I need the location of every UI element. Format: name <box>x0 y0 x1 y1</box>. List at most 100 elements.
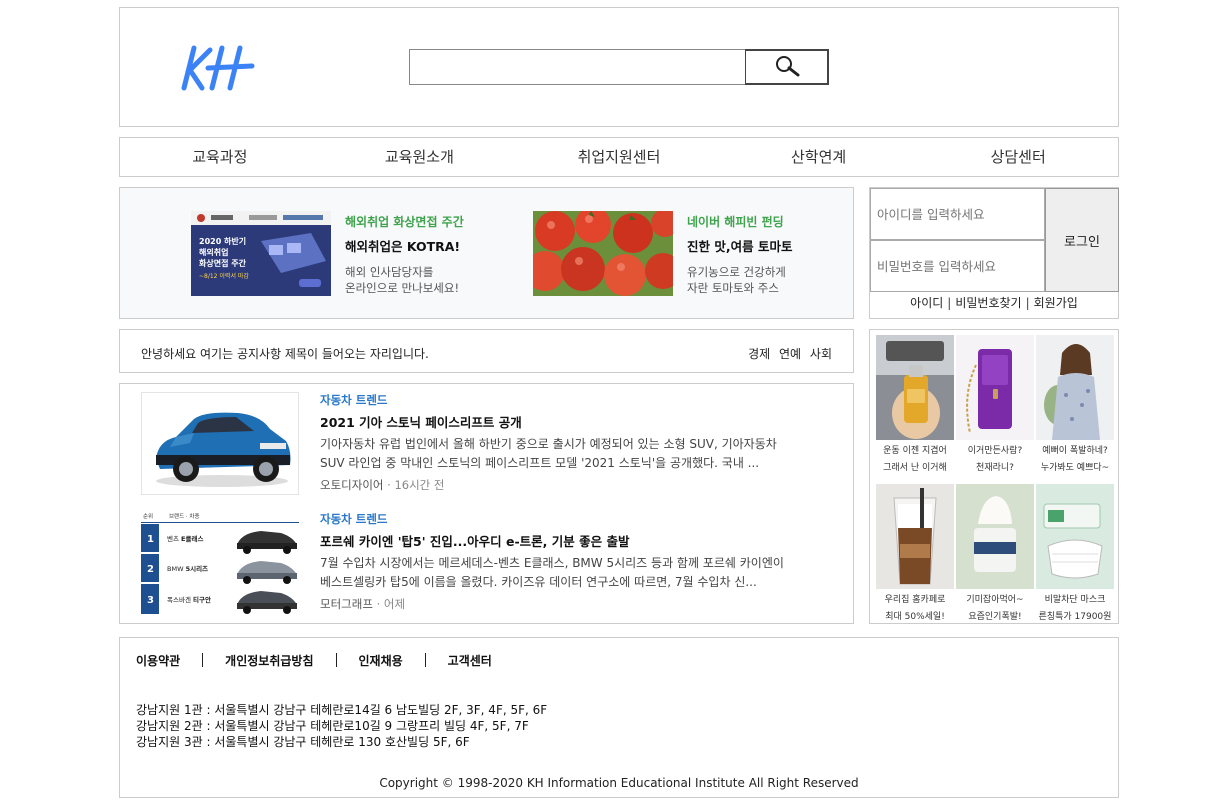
news-item[interactable]: 순위 브랜드 · 차종 1 2 3 벤츠 E클래스 BMW 5시리즈 폭스바겐 … <box>141 511 841 616</box>
banner-area: 2020 하반기 해외취업 화상면접 주간 ~8/12 이력서 마감 해외취업 … <box>119 187 854 319</box>
purple-wallet-image <box>956 335 1034 440</box>
user-id-field[interactable] <box>870 188 1045 240</box>
ad-item[interactable]: 이거만든사람? 천재라니? <box>956 335 1034 474</box>
terms-link[interactable]: 이용약관 <box>136 654 180 668</box>
category-entertainment[interactable]: 연예 <box>779 347 801 361</box>
rank-2: 2 <box>147 564 154 575</box>
find-id-link[interactable]: 아이디 <box>910 296 943 310</box>
nav-item-courses[interactable]: 교육과정 <box>120 138 320 176</box>
main-nav: 교육과정 교육원소개 취업지원센터 산학연계 상담센터 <box>119 137 1119 177</box>
search-button[interactable] <box>745 49 829 85</box>
ad-item[interactable]: 우리집 홈카페로 최대 50%세일! <box>876 484 954 623</box>
ad-caption-1: 이거만든사람? <box>967 446 1023 456</box>
kotra-banner-image: 2020 하반기 해외취업 화상면접 주간 ~8/12 이력서 마감 <box>191 211 331 296</box>
ad-caption-1: 운동 이젠 지겹어 <box>883 446 947 456</box>
kotra-image-text-3: 화상면접 주간 <box>199 258 247 268</box>
login-links: 아이디 | 비밀번호찾기 | 회원가입 <box>870 294 1118 311</box>
nav-item-counseling[interactable]: 상담센터 <box>918 138 1118 176</box>
ad-item[interactable]: 비말차단 마스크 른칭특가 17900원 <box>1036 484 1114 623</box>
ad-item[interactable]: 예뻐이 폭발하네? 누가봐도 예쁘다~ <box>1036 335 1114 474</box>
nav-item-career-center[interactable]: 취업지원센터 <box>519 138 719 176</box>
link-divider: | <box>947 296 952 310</box>
ad-caption-1: 비말차단 마스크 <box>1044 595 1106 605</box>
iced-coffee-image <box>876 484 954 589</box>
footer-divider <box>424 653 426 667</box>
kotra-image-text-1: 2020 하반기 <box>199 236 246 246</box>
search-icon <box>773 55 801 80</box>
news-item[interactable]: 자동차 트렌드 2021 기아 스토닉 페이스리프트 공개 기아자동차 유럽 법… <box>141 392 841 497</box>
svg-text:BMW 5시리즈: BMW 5시리즈 <box>167 564 208 573</box>
car-ranking-thumbnail: 순위 브랜드 · 차종 1 2 3 벤츠 E클래스 BMW 5시리즈 폭스바겐 … <box>141 511 299 614</box>
kh-logo[interactable] <box>178 44 258 94</box>
news-summary: 7월 수입차 시장에서는 메르세데스-벤츠 E클래스, BMW 5시리즈 등과 … <box>320 556 784 589</box>
brand-header: 브랜드 · 차종 <box>169 512 200 520</box>
category-economy[interactable]: 경제 <box>748 347 770 361</box>
ad-item[interactable]: 운동 이젠 지겹어 그래서 난 이거해 <box>876 335 954 474</box>
news-category[interactable]: 자동차 트렌드 <box>320 511 798 527</box>
kia-stonic-thumbnail <box>141 392 299 495</box>
rank-1: 1 <box>147 534 154 545</box>
ad-item[interactable]: 기미잡아먹어~ 요즘인기폭발! <box>956 484 1034 623</box>
banner-kotra[interactable]: 2020 하반기 해외취업 화상면접 주간 ~8/12 이력서 마감 해외취업 … <box>191 211 531 297</box>
ad-caption-2: 천재라니? <box>976 463 1014 473</box>
rank-2-brand: BMW <box>167 565 184 573</box>
site-footer: 이용약관 개인정보취급방침 인재채용 고객센터 강남지원 1관 : 서울특별시 강남구… <box>119 637 1119 798</box>
banner-tag: 해외취업 화상면접 주간 <box>345 215 464 229</box>
careers-link[interactable]: 인재채용 <box>359 654 403 668</box>
news-category[interactable]: 자동차 트렌드 <box>320 392 798 408</box>
address-block: 강남지원 1관 : 서울특별시 강남구 테헤란로14길 6 남도빌딩 2F, 3… <box>136 702 547 750</box>
rank-3: 3 <box>147 595 154 606</box>
face-mask-image <box>1036 484 1114 589</box>
rank-1-brand: 벤츠 <box>167 534 179 543</box>
news-meta: 모터그래프 · 어제 <box>320 596 798 612</box>
cream-jar-image <box>956 484 1034 589</box>
svg-text:폭스바겐 티구안: 폭스바겐 티구안 <box>167 595 211 604</box>
news-title[interactable]: 2021 기아 스토닉 페이스리프트 공개 <box>320 412 798 431</box>
footer-divider <box>202 653 204 667</box>
banner-desc-1: 유기농으로 건강하게 <box>687 265 786 279</box>
kotra-image-text-2: 해외취업 <box>199 247 228 257</box>
banner-title: 진한 맛,여름 토마토 <box>687 239 793 254</box>
address-line: 강남지원 1관 : 서울특별시 강남구 테헤란로14길 6 남도빌딩 2F, 3… <box>136 703 548 717</box>
perfume-bottle-image <box>876 335 954 440</box>
privacy-link[interactable]: 개인정보취급방침 <box>225 654 313 668</box>
footer-divider <box>335 653 337 667</box>
copyright: Copyright © 1998-2020 KH Information Edu… <box>379 776 859 790</box>
news-title[interactable]: 포르쉐 카이엔 '탑5' 진입...아우디 e-트론, 기분 좋은 출발 <box>320 531 798 550</box>
search-input[interactable] <box>409 49 746 85</box>
tomato-banner-image <box>533 211 673 296</box>
rank-2-model: 5시리즈 <box>186 564 208 573</box>
rank-3-brand: 폭스바겐 <box>167 595 191 604</box>
news-age: 어제 <box>383 597 406 611</box>
ad-caption-2: 른칭특가 17900원 <box>1038 612 1112 622</box>
login-button[interactable]: 로그인 <box>1045 188 1119 292</box>
password-field[interactable] <box>870 240 1045 292</box>
customer-center-link[interactable]: 고객센터 <box>448 654 492 668</box>
kotra-image-text-4: ~8/12 이력서 마감 <box>199 272 249 280</box>
notice-categories: 경제 연예 사회 <box>743 345 832 362</box>
notice-title[interactable]: 안녕하세요 여기는 공지사항 제목이 들어오는 자리입니다. <box>141 345 429 362</box>
ad-caption-1: 기미잡아먹어~ <box>966 595 1024 605</box>
news-source[interactable]: 오토디자이어 <box>320 478 383 492</box>
news-source[interactable]: 모터그래프 <box>320 597 373 611</box>
category-society[interactable]: 사회 <box>810 347 832 361</box>
news-meta: 오토디자이어 · 16시간 전 <box>320 477 798 493</box>
ad-caption-2: 그래서 난 이거해 <box>883 463 947 473</box>
woman-floral-dress-image <box>1036 335 1114 440</box>
nav-item-industry[interactable]: 산학연계 <box>719 138 919 176</box>
banner-tomato[interactable]: 네이버 해피빈 펀딩 진한 맛,여름 토마토 유기농으로 건강하게 자란 토마토… <box>533 211 853 297</box>
notice-bar: 안녕하세요 여기는 공지사항 제목이 들어오는 자리입니다. 경제 연예 사회 <box>119 329 854 373</box>
banner-tag: 네이버 해피빈 펀딩 <box>687 215 784 229</box>
signup-link[interactable]: 회원가입 <box>1034 296 1078 310</box>
rank-header: 순위 <box>143 512 153 520</box>
nav-item-about[interactable]: 교육원소개 <box>320 138 520 176</box>
footer-links: 이용약관 개인정보취급방침 인재채용 고객센터 <box>136 652 492 669</box>
rank-3-model: 티구안 <box>193 595 211 604</box>
address-line: 강남지원 2관 : 서울특별시 강남구 테헤란로10길 9 그랑프리 빌딩 4F… <box>136 719 529 733</box>
find-password-link[interactable]: 비밀번호찾기 <box>955 296 1021 310</box>
svg-text:벤츠 E클래스: 벤츠 E클래스 <box>167 534 203 543</box>
news-summary: 기아자동차 유럽 법인에서 올해 하반기 중으로 출시가 예정되어 있는 소형 … <box>320 437 777 470</box>
banner-desc-1: 해외 인사담당자를 <box>345 265 434 279</box>
news-age: 16시간 전 <box>394 478 445 492</box>
link-divider: | <box>1025 296 1030 310</box>
